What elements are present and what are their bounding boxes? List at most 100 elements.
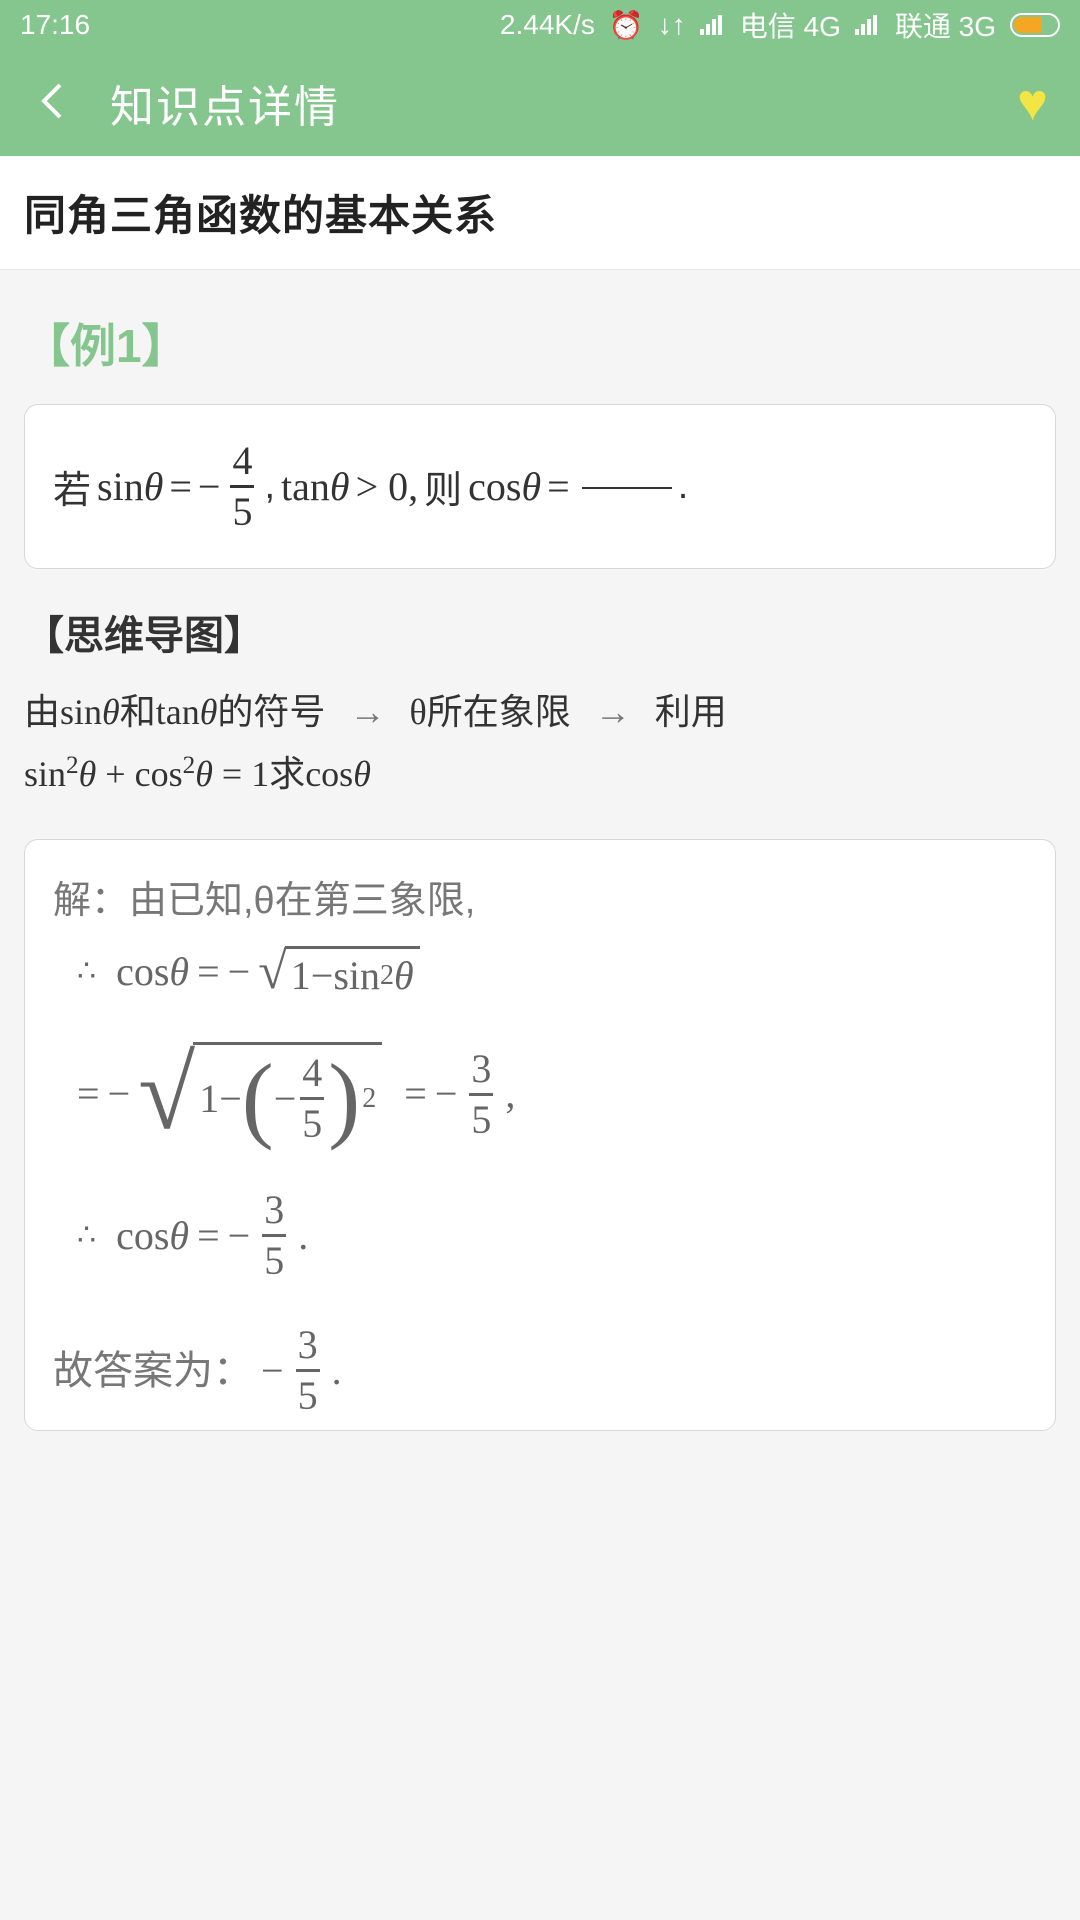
var-theta: θ [169, 949, 189, 994]
signal-icon-1 [700, 15, 726, 35]
mm-and: 和 [120, 691, 156, 732]
eq-sign: = [169, 463, 192, 510]
eq-sign-2: = [547, 463, 570, 510]
minus-sign: − [108, 1074, 131, 1114]
status-bar: 17:16 2.44K/s ⏰ ↓↑ 电信 4G 联通 3G [0, 0, 1080, 50]
sqrt-2: √ 1 − ( − 4 5 ) 2 [138, 1042, 382, 1146]
fn-tan: tan [281, 464, 330, 509]
mindmap-text: 由sinθ和tanθ的符号 → θ所在象限 → 利用 sin2θ + cos2θ… [24, 681, 1056, 805]
minus-sign: − [435, 1074, 458, 1114]
therefore-symbol: ∴ [77, 1221, 96, 1251]
comma: , [505, 1074, 515, 1114]
mm-cos: cos [305, 754, 353, 794]
frac-num: 3 [469, 1049, 493, 1093]
favorite-button[interactable]: ♥ [1017, 73, 1048, 133]
num-1: 1 [199, 1079, 219, 1119]
var-theta: θ [330, 464, 350, 509]
solution-card: 解：由已知,θ在第三象限, ∴ cosθ = − √ 1 − sin2θ = −… [24, 839, 1056, 1431]
data-arrows-icon: ↓↑ [658, 9, 686, 41]
net-speed: 2.44K/s [500, 9, 595, 41]
therefore-symbol: ∴ [77, 957, 96, 987]
minus-sign: − [219, 1079, 242, 1119]
frac-num: 3 [262, 1190, 286, 1234]
gt-zero: > 0, [356, 463, 419, 510]
fn-sin: sin [333, 956, 380, 996]
radical-icon: √ [138, 1042, 195, 1146]
eq-sign: = [77, 1074, 100, 1114]
fn-cos: cos [468, 464, 521, 509]
num-1: 1 [291, 956, 311, 996]
frac-4-5: 4 5 [300, 1053, 324, 1144]
mm-use: 利用 [655, 691, 727, 732]
fn-cos: cos [116, 1213, 169, 1258]
arrow-icon: → [349, 691, 385, 732]
problem-text: 若 sinθ = − 4 5 , tanθ > 0, 则 cosθ = [53, 441, 1027, 532]
answer-prefix: 故答案为： [53, 1351, 253, 1391]
minus-sign: − [228, 1216, 251, 1256]
fn-sin: sin [97, 464, 144, 509]
solution-line-3: = − √ 1 − ( − 4 5 ) [77, 1042, 1027, 1146]
period: . [298, 1216, 308, 1256]
var-theta: θ [521, 464, 541, 509]
mm-theta: θ [200, 692, 218, 732]
mm-theta: θ [102, 692, 120, 732]
app-header: 知识点详情 ♥ [0, 50, 1080, 156]
period: . [678, 465, 689, 508]
signal-icon-2 [855, 15, 881, 35]
mm-sin2: sin [24, 754, 66, 794]
battery-icon [1010, 13, 1060, 37]
eq-sign: = [404, 1074, 427, 1114]
minus-sign: − [228, 952, 251, 992]
var-theta: θ [394, 956, 414, 996]
frac-3-5: 3 5 [262, 1190, 286, 1281]
solution-line-1: 解：由已知,θ在第三象限, [53, 882, 1027, 920]
sup-2: 2 [66, 752, 79, 779]
topic-title: 同角三角函数的基本关系 [24, 182, 1056, 243]
back-button[interactable] [32, 79, 76, 128]
alarm-icon: ⏰ [609, 9, 644, 42]
arrow-icon: → [595, 691, 631, 732]
math-tan: tanθ [281, 463, 350, 510]
header-left: 知识点详情 [32, 71, 340, 135]
mm-cos2: cos [135, 754, 183, 794]
topic-bar: 同角三角函数的基本关系 [0, 156, 1080, 270]
content-area: 【例1】 若 sinθ = − 4 5 , tanθ > 0, 则 cosθ [0, 270, 1080, 1431]
problem-card: 若 sinθ = − 4 5 , tanθ > 0, 则 cosθ = [24, 404, 1056, 569]
mm-tan: tan [156, 692, 200, 732]
mm-sin: sin [60, 692, 102, 732]
problem-prefix: 若 [53, 459, 91, 514]
status-right: 2.44K/s ⏰ ↓↑ 电信 4G 联通 3G [500, 5, 1060, 45]
solution-line-4: ∴ cosθ = − 3 5 . [77, 1190, 1027, 1281]
mm-theta: θ [195, 754, 213, 794]
minus-sign: − [261, 1351, 284, 1391]
frac-4-5: 4 5 [230, 441, 254, 532]
minus-sign: − [311, 956, 334, 996]
example-tag: 【例1】 [24, 310, 1056, 376]
sqrt-1: √ 1 − sin2θ [258, 946, 419, 998]
sol-text: 解：由已知,θ在第三象限, [53, 882, 475, 920]
math-sin: sinθ [97, 463, 163, 510]
radical-icon: √ [258, 946, 287, 998]
carrier-2: 联通 3G [895, 5, 996, 45]
var-theta: θ [169, 1213, 189, 1258]
lparen-icon: ( [242, 1060, 274, 1137]
sup-2: 2 [362, 1085, 376, 1113]
rparen-icon: ) [328, 1060, 360, 1137]
mm-theta: θ [79, 754, 97, 794]
period: . [332, 1351, 342, 1391]
carrier-1: 电信 4G [740, 5, 841, 45]
mm-eq1: = 1求 [213, 754, 305, 794]
frac-den: 5 [296, 1372, 320, 1416]
mm-seg: 由 [24, 691, 60, 732]
frac-den: 5 [262, 1237, 286, 1281]
then-text: 则 [424, 459, 462, 514]
mm-sign: 的符号 [217, 691, 325, 732]
frac-3-5: 3 5 [296, 1325, 320, 1416]
mm-plus: + [96, 754, 134, 794]
frac-num: 4 [300, 1053, 324, 1097]
sup-2: 2 [183, 752, 196, 779]
fn-cos: cos [116, 949, 169, 994]
frac-num: 3 [296, 1325, 320, 1369]
solution-line-5: 故答案为： − 3 5 . [53, 1325, 1027, 1416]
comma: , [264, 465, 275, 508]
